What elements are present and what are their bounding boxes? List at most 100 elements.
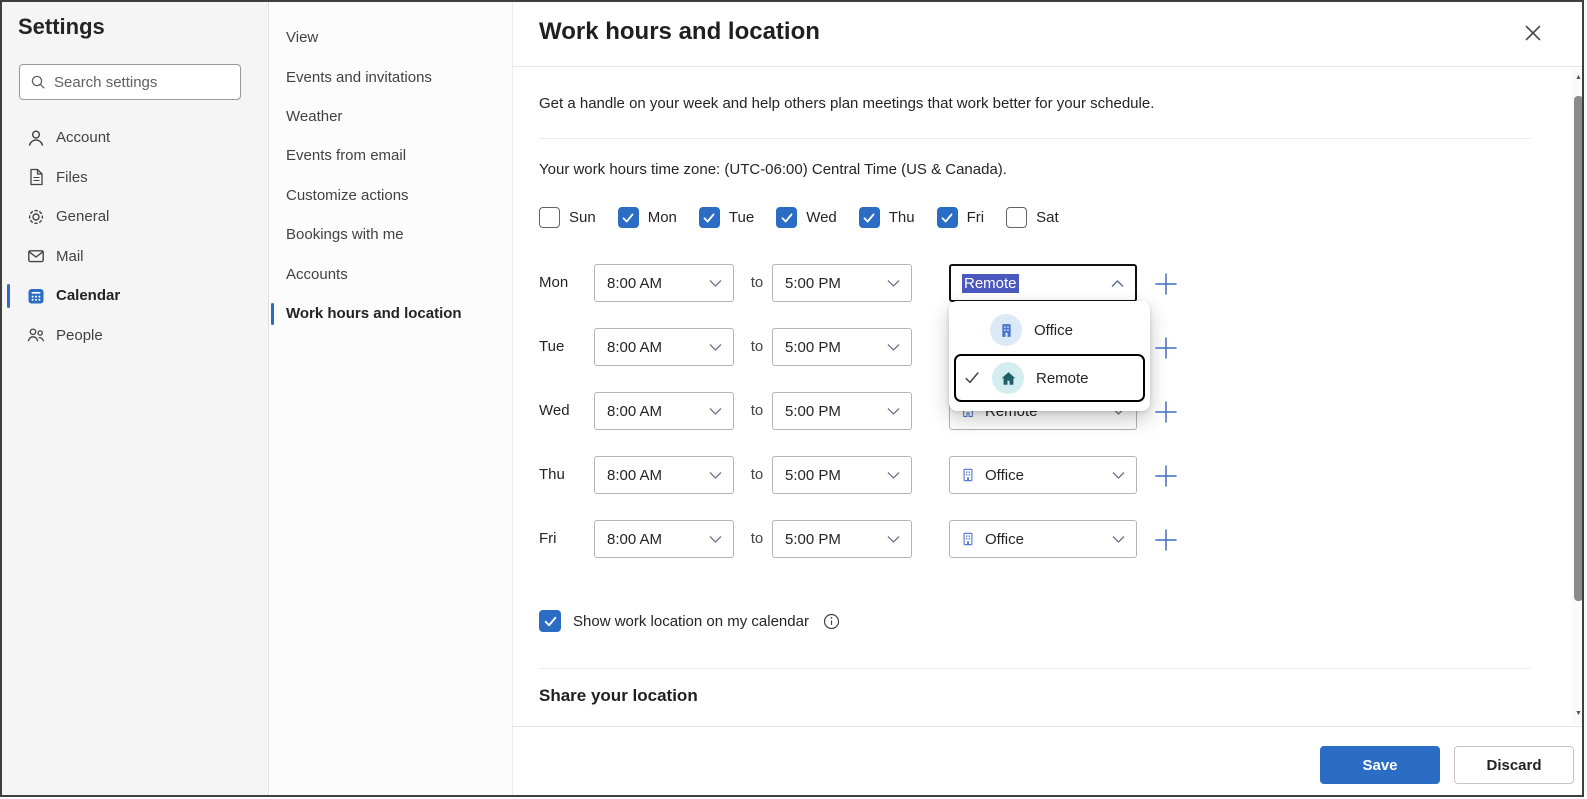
location-select[interactable]: Office [949,456,1137,494]
add-hours-button[interactable] [1152,462,1179,489]
add-hours-button[interactable] [1152,526,1179,553]
plus-icon [1153,527,1179,553]
plus-icon [1153,463,1179,489]
day-checkbox-wed[interactable]: Wed [776,207,837,228]
info-icon[interactable] [823,613,840,630]
start-time-select[interactable]: 8:00 AM [594,328,734,366]
settings-window: Settings Account Files [0,0,1584,797]
location-select[interactable]: Office [949,520,1137,558]
end-time-select[interactable]: 5:00 PM [772,328,912,366]
add-hours-button[interactable] [1152,398,1179,425]
day-checkbox-sun[interactable]: Sun [539,207,596,228]
subnav-item-customize-actions[interactable]: Customize actions [270,176,512,215]
page-title: Work hours and location [539,18,820,45]
to-label: to [750,338,764,355]
day-label: Thu [888,209,915,226]
chevron-down-icon [887,407,900,416]
sidebar-item-account[interactable]: Account [2,118,268,158]
close-button[interactable] [1515,15,1551,51]
search-input[interactable] [54,73,253,91]
subnav-item-work-hours-and-location[interactable]: Work hours and location [270,294,512,333]
start-time-select[interactable]: 8:00 AM [594,264,734,302]
start-time-value: 8:00 AM [607,274,663,292]
chevron-down-icon [709,535,722,544]
subnav-item-weather[interactable]: Weather [270,97,512,136]
end-time-select[interactable]: 5:00 PM [772,520,912,558]
home-icon [1000,370,1017,387]
checkbox-checked[interactable] [698,207,720,228]
day-checkbox-fri[interactable]: Fri [936,207,984,228]
building-icon [960,531,976,547]
day-label: Wed [806,209,837,226]
vertical-scrollbar[interactable]: ▲ ▼ [1572,69,1582,724]
sidebar-item-files[interactable]: Files [2,158,268,198]
schedule-row-thu: Thu 8:00 AM to 5:00 PM Office [539,456,1219,494]
day-label: Mon [647,209,677,226]
office-icon-circle [990,314,1022,346]
end-time-select[interactable]: 5:00 PM [772,392,912,430]
checkbox-checked[interactable] [539,610,561,632]
subnav-item-label: Events and invitations [286,68,432,86]
checkbox-unchecked[interactable] [539,207,560,228]
subnav-item-accounts[interactable]: Accounts [270,254,512,293]
add-hours-button[interactable] [1152,270,1179,297]
end-time-value: 5:00 PM [785,402,841,420]
end-time-select[interactable]: 5:00 PM [772,456,912,494]
location-combobox-open[interactable]: Remote [949,264,1137,302]
close-icon [1522,22,1544,44]
subnav-item-label: Bookings with me [286,226,404,244]
chevron-down-icon [887,343,900,352]
start-time-select[interactable]: 8:00 AM [594,456,734,494]
day-checkbox-thu[interactable]: Thu [858,207,915,228]
search-settings-box[interactable] [19,64,253,100]
scroll-up-icon[interactable]: ▲ [1572,73,1582,83]
timezone-text: Your work hours time zone: (UTC-06:00) C… [539,161,1007,178]
checkbox-checked[interactable] [617,207,639,228]
start-time-select[interactable]: 8:00 AM [594,520,734,558]
menu-item-office[interactable]: Office [954,306,1145,354]
header-divider [513,66,1582,67]
share-location-heading: Share your location [539,686,698,705]
subnav-item-label: Events from email [286,147,407,165]
day-checkbox-sat[interactable]: Sat [1006,207,1059,228]
check-icon [964,370,988,386]
discard-button[interactable]: Discard [1454,746,1574,784]
show-work-location-row[interactable]: Show work location on my calendar [539,610,840,632]
subnav-item-events-from-email[interactable]: Events from email [270,136,512,175]
scroll-down-icon[interactable]: ▼ [1572,709,1582,719]
end-time-select[interactable]: 5:00 PM [772,264,912,302]
sidebar-item-calendar[interactable]: Calendar [2,276,268,316]
chevron-down-icon [1112,471,1125,480]
subnav-item-label: Customize actions [286,186,409,204]
subnav-item-bookings-with-me[interactable]: Bookings with me [270,215,512,254]
sidebar-item-people[interactable]: People [2,316,268,356]
building-icon [960,467,976,483]
day-label: Sun [569,209,596,226]
day-checkbox-mon[interactable]: Mon [617,207,677,228]
work-hours-panel: Work hours and location Get a handle on … [513,2,1582,795]
menu-item-label: Remote [1036,369,1089,387]
start-time-select[interactable]: 8:00 AM [594,392,734,430]
plus-icon [1153,399,1179,425]
location-value: Office [985,530,1024,548]
sidebar-item-mail[interactable]: Mail [2,237,268,277]
start-time-value: 8:00 AM [607,466,663,484]
sidebar-item-label: Files [56,168,88,186]
sidebar-item-label: Mail [56,247,84,265]
sidebar-item-general[interactable]: General [2,197,268,237]
menu-item-remote[interactable]: Remote [954,354,1145,402]
chevron-down-icon [1112,535,1125,544]
checkbox-unchecked[interactable] [1006,207,1028,228]
subnav-item-events-and-invitations[interactable]: Events and invitations [270,57,512,96]
checkbox-checked[interactable] [936,207,958,228]
settings-heading: Settings [18,14,105,39]
save-button[interactable]: Save [1320,746,1440,784]
checkbox-checked[interactable] [858,207,880,228]
row-day-label: Wed [539,402,570,419]
scrollbar-thumb[interactable] [1574,96,1582,601]
subnav-item-view[interactable]: View [270,18,512,57]
gear-icon [26,207,46,227]
day-checkbox-tue[interactable]: Tue [698,207,754,228]
checkbox-checked[interactable] [776,207,798,228]
add-hours-button[interactable] [1152,334,1179,361]
